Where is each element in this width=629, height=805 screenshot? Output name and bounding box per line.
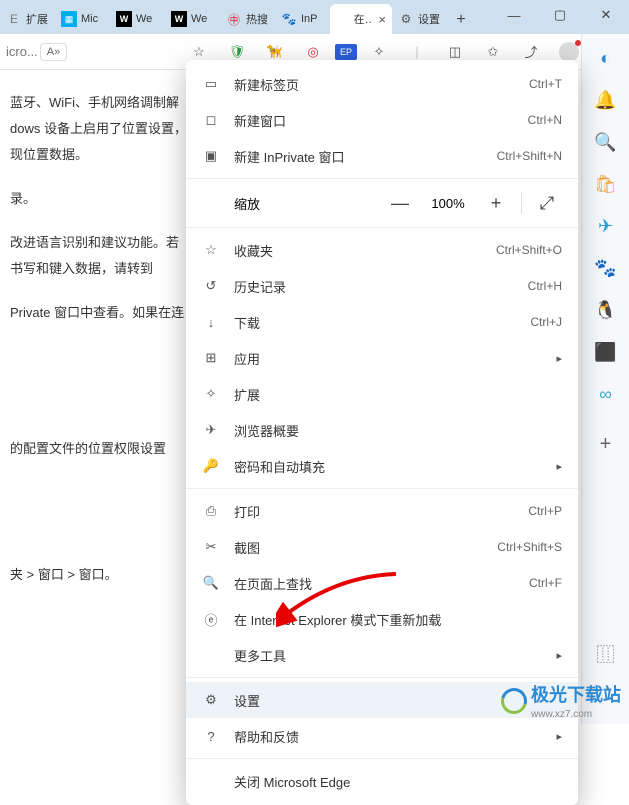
search-icon: 🔍	[202, 575, 220, 591]
reading-mode[interactable]: A»	[40, 43, 67, 61]
copilot-icon[interactable]: ◐	[590, 42, 622, 74]
tab-active[interactable]: 在 N×	[330, 4, 392, 34]
screenshot-icon: ✂	[202, 539, 220, 555]
add-side-button[interactable]: +	[590, 428, 622, 460]
menu-favorites[interactable]: ☆收藏夹Ctrl+Shift+O	[186, 232, 578, 268]
help-icon: ?	[202, 729, 220, 744]
menu-apps[interactable]: ⊞应用▸	[186, 340, 578, 376]
hide-panel-icon[interactable]: ⿲	[590, 638, 622, 670]
menu-close-edge[interactable]: 关闭 Microsoft Edge	[186, 763, 578, 799]
menu-new-window[interactable]: ◻新建窗口Ctrl+N	[186, 102, 578, 138]
key-icon: 🔑	[202, 458, 220, 474]
chevron-right-icon: ▸	[556, 352, 562, 365]
url-text[interactable]: icro...	[6, 44, 38, 59]
tab-extensions[interactable]: E扩展	[0, 4, 55, 34]
minimize-button[interactable]: —	[491, 0, 537, 30]
tab-inp[interactable]: 🐾InP	[275, 4, 330, 34]
menu-downloads[interactable]: ↓下载Ctrl+J	[186, 304, 578, 340]
tab-weibo[interactable]: ㊥热搜	[220, 4, 275, 34]
side-panel: ◐ 🔔 🔍 🛍 ✈ 🐾 🐧 ⬛ ∞ + ⿲	[581, 34, 629, 724]
chevron-right-icon: ▸	[556, 460, 562, 473]
star-icon: ☆	[202, 242, 220, 258]
paw-icon[interactable]: 🐾	[590, 252, 622, 284]
menu-print[interactable]: ⎙打印Ctrl+P	[186, 493, 578, 529]
bell-icon[interactable]: 🔔	[590, 84, 622, 116]
zoom-value: 100%	[425, 196, 471, 211]
pulse-icon: ✈	[202, 422, 220, 438]
watermark-title: 极光下载站	[531, 681, 621, 707]
watermark-logo-icon	[496, 683, 532, 719]
ep-icon[interactable]: EP	[335, 44, 357, 60]
menu-passwords[interactable]: 🔑密码和自动填充▸	[186, 448, 578, 484]
chevron-right-icon: ▸	[556, 730, 562, 743]
maximize-button[interactable]: ▢	[537, 0, 583, 30]
ie-icon: ⓔ	[202, 610, 220, 629]
inprivate-icon: ▣	[202, 148, 220, 164]
menu-zoom: 缩放 — 100% + ⤢	[186, 183, 578, 223]
chevron-right-icon: ▸	[556, 649, 562, 662]
watermark-url: www.xz7.com	[531, 709, 621, 720]
tab-icon: ▭	[202, 76, 220, 92]
zoom-in-button[interactable]: +	[481, 193, 511, 214]
window-icon: ◻	[202, 112, 220, 128]
tab-settings[interactable]: ⚙设置	[392, 4, 447, 34]
qq-icon[interactable]: 🐧	[590, 294, 622, 326]
menu-extensions[interactable]: ✧扩展	[186, 376, 578, 412]
close-icon[interactable]: ×	[378, 12, 386, 27]
apps-icon: ⊞	[202, 350, 220, 366]
download-icon: ↓	[202, 315, 220, 330]
zoom-label: 缩放	[202, 194, 375, 213]
zoom-out-button[interactable]: —	[385, 193, 415, 214]
new-tab-button[interactable]: +	[447, 6, 475, 34]
menu-performance[interactable]: ✈浏览器概要	[186, 412, 578, 448]
puzzle-icon: ✧	[202, 386, 220, 402]
tab-we2[interactable]: WWe	[165, 4, 220, 34]
tencent-icon[interactable]: ⬛	[590, 336, 622, 368]
print-icon: ⎙	[202, 503, 220, 519]
link-icon[interactable]: ∞	[590, 378, 622, 410]
close-window-button[interactable]: ✕	[583, 0, 629, 30]
menu-history[interactable]: ↺历史记录Ctrl+H	[186, 268, 578, 304]
menu-find[interactable]: 🔍在页面上查找Ctrl+F	[186, 565, 578, 601]
watermark: 极光下载站 www.xz7.com	[501, 681, 621, 720]
tab-bar: E扩展 ▦Mic WWe WWe ㊥热搜 🐾InP 在 N× ⚙设置 + — ▢…	[0, 0, 629, 34]
tab-we1[interactable]: WWe	[110, 4, 165, 34]
tab-mic[interactable]: ▦Mic	[55, 4, 110, 34]
gear-icon: ⚙	[202, 692, 220, 708]
menu-more-tools[interactable]: 更多工具▸	[186, 637, 578, 673]
send-icon[interactable]: ✈	[590, 210, 622, 242]
search-side-icon[interactable]: 🔍	[590, 126, 622, 158]
cart-icon[interactable]: 🛍	[590, 168, 622, 200]
menu-new-tab[interactable]: ▭新建标签页Ctrl+T	[186, 66, 578, 102]
menu-new-inprivate[interactable]: ▣新建 InPrivate 窗口Ctrl+Shift+N	[186, 138, 578, 174]
menu-screenshot[interactable]: ✂截图Ctrl+Shift+S	[186, 529, 578, 565]
menu-help[interactable]: ?帮助和反馈▸	[186, 718, 578, 754]
menu-ie-mode[interactable]: ⓔ在 Internet Explorer 模式下重新加载	[186, 601, 578, 637]
history-icon: ↺	[202, 278, 220, 294]
fullscreen-button[interactable]: ⤢	[532, 193, 562, 214]
